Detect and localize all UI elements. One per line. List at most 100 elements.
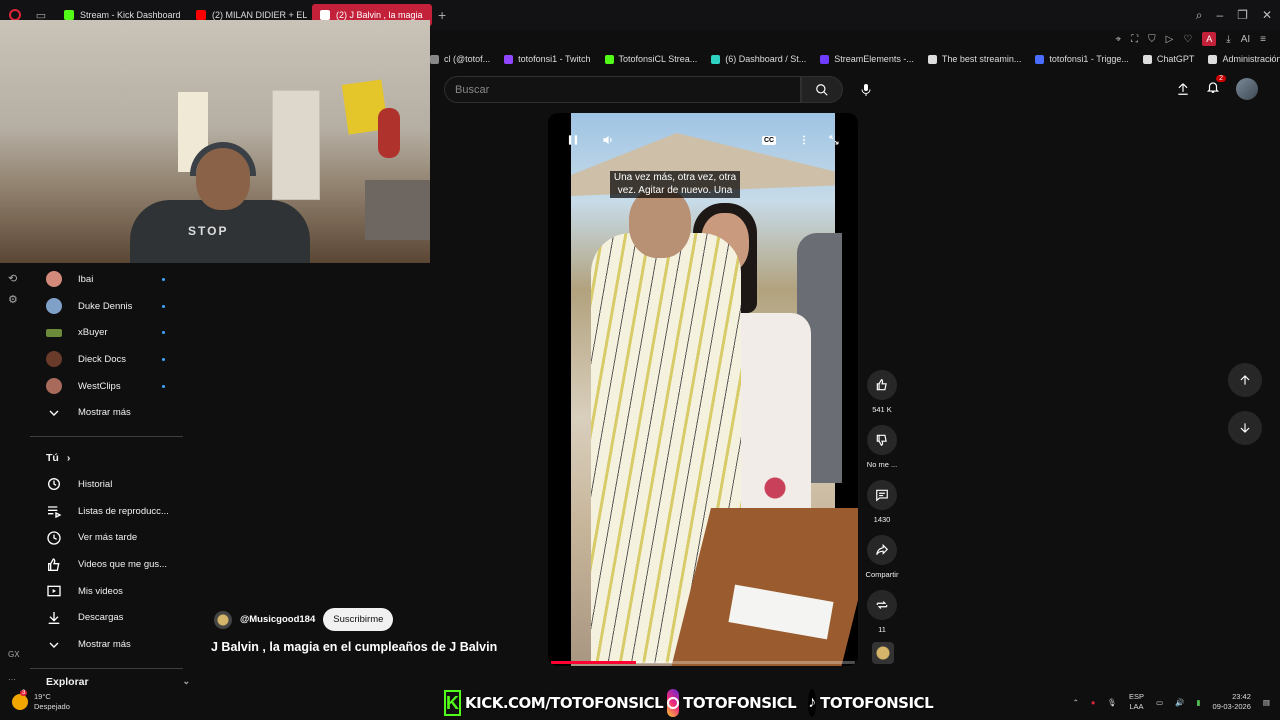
weather-badge: 3 [20,690,28,696]
bookmark-item[interactable]: TotofonsiCL Strea... [604,54,697,64]
notification-center-icon[interactable]: ▤ [1263,698,1270,707]
chatgpt-favicon-icon [1142,54,1152,64]
shorts-video-player[interactable]: CC Una vez más, otra vez, otra vez. Agit… [548,113,858,666]
next-video-button[interactable] [1228,411,1262,445]
captions-button[interactable]: CC [762,131,777,149]
video-progress-bar[interactable] [551,661,855,664]
shield-icon[interactable]: ⛉ [1148,34,1156,45]
network-status-icon[interactable]: ● [1091,698,1096,707]
remix-button[interactable] [867,590,897,620]
search-box [444,76,801,103]
comments-button[interactable] [867,480,897,510]
sidebar-sub-xbuyer[interactable]: xBuyer [30,319,185,346]
account-icon[interactable]: A [1202,32,1217,46]
mic-icon[interactable]: 🎙 [1107,698,1117,707]
pause-button[interactable] [566,131,580,149]
new-tab-icon[interactable]: + [438,7,446,23]
sidebar-item-history[interactable]: Historial [30,471,185,498]
more-rail-icon[interactable]: ··· [8,675,20,684]
sidebar-sub-duke-dennis[interactable]: Duke Dennis [30,293,185,320]
dashboard-favicon-icon [711,54,721,64]
sidebar-item-downloads[interactable]: Descargas [30,605,185,632]
more-options-button[interactable] [798,131,810,149]
download-icon[interactable]: ⤓ [1226,34,1230,45]
sidebar-sub-westclips[interactable]: WestClips [30,373,185,400]
ai-button[interactable]: AI [1241,34,1250,45]
bookmark-label: cl (@totof... [444,54,491,64]
channel-row: @Musicgood184 Suscribirme [214,608,394,631]
sidebar-section-explore[interactable]: Explorar ⌄ [30,676,190,688]
play-icon[interactable]: ▷ [1166,34,1174,45]
sun-icon: 3 [12,690,28,710]
admin-favicon-icon [1208,54,1218,64]
notifications-button[interactable]: 2 [1206,74,1226,99]
kick-url: KICK.COM/TOTOFONSICL [465,694,664,712]
mic-icon [861,84,871,96]
sidebar-item-watch-later[interactable]: Ver más tarde [30,525,185,552]
avatar[interactable] [1236,78,1258,100]
bookmark-item[interactable]: StreamElements -... [820,54,914,64]
history-rail-icon[interactable]: ⟲ [8,272,18,285]
minimize-icon[interactable]: – [1216,8,1223,22]
bookmark-item[interactable]: ChatGPT [1142,54,1194,64]
sidebar-section-you[interactable]: Tú › [30,445,185,471]
battery-icon[interactable]: ▮ [1196,698,1200,707]
comments-action[interactable]: 1430 [862,480,902,524]
bookmark-label: The best streamin... [941,54,1022,64]
gx-label[interactable]: GX [8,650,20,659]
heart-icon[interactable]: ♡ [1183,34,1192,45]
menu-icon[interactable]: ≡ [1260,34,1266,45]
sidebar-sub-ibai[interactable]: Ibai [30,266,185,293]
room-door [272,90,320,200]
bookmark-item[interactable]: The best streamin... [927,54,1022,64]
language-indicator[interactable]: ESP LAA [1129,692,1144,712]
weather-widget[interactable]: 3 19°C Despejado [12,690,70,712]
bookmark-bar: cl (@totof... totofonsi1 - Twitch Totofo… [430,50,1280,68]
like-button[interactable] [867,370,897,400]
snapshot-icon[interactable]: ⛶ [1131,34,1138,45]
bookmark-item[interactable]: totofonsi1 - Twitch [504,54,591,64]
channel-name[interactable]: @Musicgood184 [240,614,315,625]
previous-video-button[interactable] [1228,363,1262,397]
upload-icon[interactable] [1176,82,1190,96]
tiktok-handle: TOTOFONSICL [820,694,934,712]
close-icon[interactable]: ✕ [1262,8,1272,22]
dislike-action[interactable]: No me ... [862,425,902,469]
volume-button[interactable] [601,131,615,149]
channel-avatar[interactable] [214,610,232,629]
like-action[interactable]: 541 K [862,370,902,414]
speaker-icon [603,135,612,145]
display-icon[interactable]: ▭ [1156,698,1163,707]
sidebar-item-liked-videos[interactable]: Videos que me gus... [30,551,185,578]
shirt-text: STOP [188,224,229,238]
clock[interactable]: 23:42 09-03-2026 [1213,692,1251,712]
bookmarks-more-icon[interactable]: › [1269,54,1272,64]
bookmark-item[interactable]: totofonsi1 - Trigge... [1035,54,1129,64]
like-count: 541 K [872,405,892,414]
sidebar-show-more-you[interactable]: Mostrar más [30,631,185,658]
sidebar-item-playlists[interactable]: Listas de reproducc... [30,498,185,525]
subscribe-button[interactable]: Suscribirme [323,608,394,631]
dislike-button[interactable] [867,425,897,455]
chevron-up-icon[interactable]: ⌃ [1073,698,1079,707]
sidebar-sub-dieck-docs[interactable]: Dieck Docs [30,346,185,373]
remix-action[interactable]: 11 [862,590,902,634]
sidebar-item-label: Historial [78,478,113,490]
share-action[interactable]: Compartir [862,535,902,579]
settings-rail-icon[interactable]: ⚙ [8,293,18,306]
volume-icon[interactable]: 🔊 [1175,698,1184,707]
share-button[interactable] [867,535,897,565]
notification-badge: 2 [1216,74,1226,82]
voice-search-button[interactable] [852,76,880,104]
sidebar-item-my-videos[interactable]: Mis videos [30,578,185,605]
search-input[interactable] [455,83,800,96]
fullscreen-button[interactable] [828,131,840,149]
bookmark-icon[interactable]: ⌖ [1115,34,1121,45]
restore-icon[interactable]: ❐ [1237,8,1248,22]
bookmark-item[interactable]: cl (@totof... [430,54,490,64]
search-button[interactable] [801,76,843,103]
search-tabs-icon[interactable]: ⌕ [1196,8,1203,23]
sidebar-show-more-subs[interactable]: Mostrar más [30,399,185,426]
channel-thumbnail[interactable] [872,642,894,664]
bookmark-item[interactable]: (6) Dashboard / St... [711,54,806,64]
